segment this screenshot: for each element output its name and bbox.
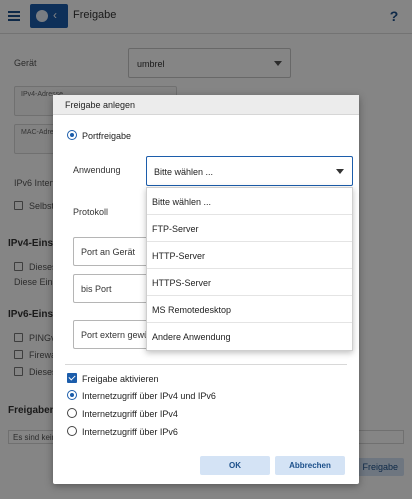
access-option-ipv4-ipv6-radio[interactable] — [67, 390, 77, 400]
port-device-placeholder: Port an Gerät — [81, 247, 136, 257]
dialog-header: Freigabe anlegen — [53, 95, 359, 115]
access-option-ipv4-radio[interactable] — [67, 408, 77, 418]
to-port-placeholder: bis Port — [81, 284, 112, 294]
protocol-label: Protokoll — [73, 207, 109, 217]
dropdown-option-label: HTTPS-Server — [152, 278, 212, 288]
enable-share-checkbox[interactable] — [67, 373, 77, 383]
dropdown-option[interactable]: FTP-Server — [147, 215, 352, 242]
dropdown-option-label: HTTP-Server — [152, 251, 206, 261]
dialog-title: Freigabe anlegen — [65, 100, 136, 110]
divider — [65, 364, 347, 365]
access-option-ipv6-radio[interactable] — [67, 426, 77, 436]
ok-button[interactable]: OK — [200, 456, 270, 475]
portfreigabe-radio[interactable] — [67, 130, 77, 140]
dropdown-option-label: Andere Anwendung — [152, 332, 231, 342]
access-option-ipv4-ipv6-label: Internetzugriff über IPv4 und IPv6 — [82, 391, 216, 401]
dropdown-option[interactable]: MS Remotedesktop — [147, 296, 352, 323]
application-label: Anwendung — [73, 165, 121, 175]
access-option-ipv6-label: Internetzugriff über IPv6 — [82, 427, 178, 437]
application-dropdown-list: Bitte wählen ... FTP-Server HTTP-Server … — [146, 187, 353, 351]
dropdown-option-label: FTP-Server — [152, 224, 199, 234]
enable-share-label: Freigabe aktivieren — [82, 374, 159, 384]
caret-down-icon — [336, 169, 344, 174]
access-option-ipv4-label: Internetzugriff über IPv4 — [82, 409, 178, 419]
cancel-button[interactable]: Abbrechen — [275, 456, 345, 475]
portfreigabe-label: Portfreigabe — [82, 131, 132, 141]
application-select[interactable]: Bitte wählen ... — [146, 156, 353, 186]
dropdown-option[interactable]: Andere Anwendung — [147, 323, 352, 350]
dropdown-option-label: MS Remotedesktop — [152, 305, 232, 315]
dropdown-option[interactable]: Bitte wählen ... — [147, 188, 352, 215]
application-select-value: Bitte wählen ... — [154, 167, 214, 177]
dropdown-option-label: Bitte wählen ... — [152, 197, 212, 207]
port-external-placeholder: Port extern gewü — [81, 330, 150, 340]
dropdown-option[interactable]: HTTP-Server — [147, 242, 352, 269]
dropdown-option[interactable]: HTTPS-Server — [147, 269, 352, 296]
